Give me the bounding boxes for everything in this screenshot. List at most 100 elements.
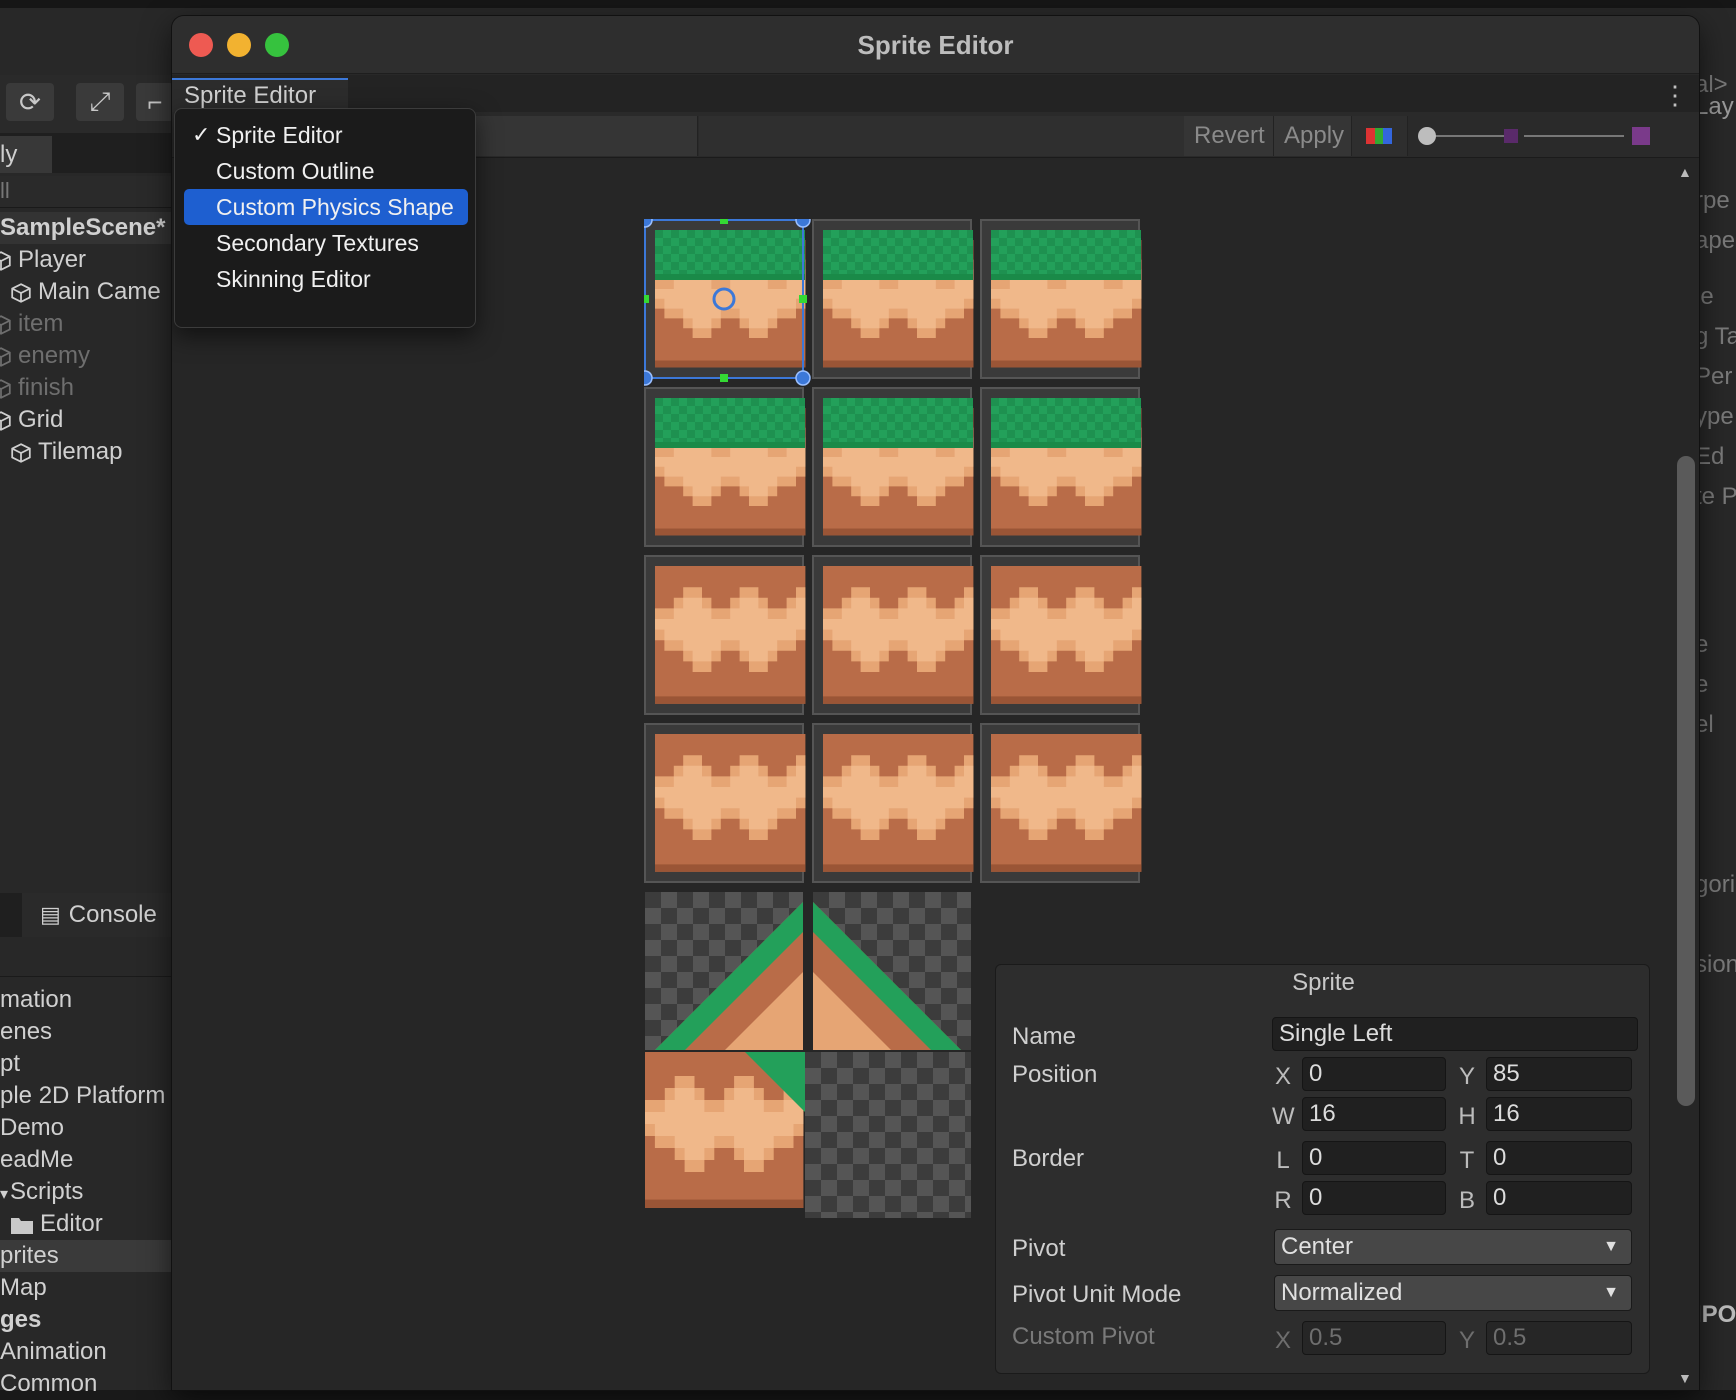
right-panel-text: ape xyxy=(1695,227,1736,254)
apply-button[interactable]: Apply xyxy=(1274,116,1352,156)
rect-tool-icon[interactable]: ⌐ xyxy=(136,83,174,121)
hierarchy-label: Main Came xyxy=(38,278,161,305)
project-row[interactable]: Animation xyxy=(0,1336,174,1368)
corner-handle xyxy=(795,212,811,228)
pos-x-field[interactable]: 0 xyxy=(1302,1057,1446,1091)
sprite-inspector: Sprite Name Single Left Position X 0 Y 8… xyxy=(995,964,1650,1374)
sprite-tile xyxy=(980,387,1142,547)
mip-large-icon xyxy=(1632,127,1650,145)
console-icon: ▤ xyxy=(40,902,61,927)
more-options-icon[interactable]: ⋮ xyxy=(1662,80,1688,110)
width-field[interactable]: 16 xyxy=(1302,1097,1446,1131)
border-l-field[interactable]: 0 xyxy=(1302,1141,1446,1175)
menu-item-skinning-editor[interactable]: Skinning Editor xyxy=(184,261,468,297)
hierarchy-row[interactable]: Main Came xyxy=(0,276,174,308)
project-row[interactable]: eadMe xyxy=(0,1144,174,1176)
revert-button[interactable]: Revert xyxy=(1184,116,1274,156)
border-r-label: R xyxy=(1274,1187,1292,1214)
right-panel-text: IPO xyxy=(1695,1301,1736,1328)
sprite-editor-window: Sprite Editor Sprite Editor ⋮ rim Revert… xyxy=(172,16,1699,1390)
hierarchy-tab[interactable]: ly xyxy=(0,136,52,173)
border-b-field[interactable]: 0 xyxy=(1486,1181,1632,1215)
hierarchy-label: Grid xyxy=(18,406,64,433)
project-row[interactable]: Demo xyxy=(0,1112,174,1144)
right-panel-text: rpe xyxy=(1695,187,1730,214)
gameobject-icon xyxy=(0,314,11,335)
scroll-down-arrow-icon[interactable]: ▼ xyxy=(1678,1370,1692,1386)
menu-item-sprite-editor[interactable]: ✓ Sprite Editor xyxy=(184,117,468,153)
sprite-tile xyxy=(644,723,806,883)
sprite-tile xyxy=(812,219,974,379)
project-row[interactable]: Editor xyxy=(0,1208,174,1240)
menu-item-custom-physics-shape[interactable]: Custom Physics Shape xyxy=(184,189,468,225)
project-row[interactable]: enes xyxy=(0,1016,174,1048)
edge-handle xyxy=(720,374,728,382)
system-menubar xyxy=(0,0,1736,8)
chevron-down-icon: ▼ xyxy=(1603,1284,1619,1301)
project-row[interactable]: mation xyxy=(0,984,174,1016)
empty-tile xyxy=(805,1052,971,1218)
sprite-tile xyxy=(644,387,806,547)
hierarchy-label: Tilemap xyxy=(38,438,123,465)
right-panel-text: te P xyxy=(1695,483,1736,510)
sprite-tile xyxy=(812,555,974,715)
gameobject-icon xyxy=(0,346,11,367)
hierarchy-label: finish xyxy=(18,374,75,401)
project-row-selected[interactable]: prites xyxy=(0,1240,174,1272)
scroll-up-arrow-icon[interactable]: ▲ xyxy=(1678,164,1692,180)
console-tab-label: Console xyxy=(68,901,157,928)
hierarchy-row[interactable]: finish xyxy=(0,372,174,404)
name-field[interactable]: Single Left xyxy=(1272,1017,1638,1051)
right-panel-text: Per xyxy=(1695,363,1733,390)
folder-open-icon: ▾ xyxy=(0,1186,9,1203)
menu-item-label: Sprite Editor xyxy=(216,122,343,148)
tab-sprite-editor[interactable]: Sprite Editor xyxy=(172,78,348,112)
chevron-down-icon: ▼ xyxy=(1603,1238,1619,1255)
custom-pivot-x-label: X xyxy=(1274,1327,1291,1354)
menu-item-custom-outline[interactable]: Custom Outline xyxy=(184,153,468,189)
border-t-field[interactable]: 0 xyxy=(1486,1141,1632,1175)
hierarchy-row[interactable]: Player xyxy=(0,244,174,276)
edge-handle xyxy=(720,216,728,224)
project-row[interactable]: ges xyxy=(0,1304,174,1336)
border-r-field[interactable]: 0 xyxy=(1302,1181,1446,1215)
project-row[interactable]: ▾Scripts xyxy=(0,1176,174,1208)
hierarchy-scene-row[interactable]: SampleScene* xyxy=(0,212,174,244)
project-row[interactable]: Common xyxy=(0,1368,174,1400)
folder-icon xyxy=(11,1217,33,1234)
color-channel-toggle[interactable] xyxy=(1352,116,1408,156)
editor-mode-menu: ✓ Sprite Editor Custom Outline Custom Phy… xyxy=(174,108,476,328)
hierarchy-row[interactable]: Tilemap xyxy=(0,436,174,468)
project-row-label: Editor xyxy=(40,1210,103,1237)
hierarchy-row[interactable]: enemy xyxy=(0,340,174,372)
project-row-label: Scripts xyxy=(10,1178,84,1205)
vertical-scroll-thumb[interactable] xyxy=(1677,456,1695,1106)
corner-tile xyxy=(645,1052,805,1208)
hierarchy-label: item xyxy=(18,310,64,337)
menu-item-secondary-textures[interactable]: Secondary Textures xyxy=(184,225,468,261)
window-titlebar: Sprite Editor xyxy=(172,16,1699,74)
project-row[interactable]: Map xyxy=(0,1272,174,1304)
pivot-label: Pivot xyxy=(1012,1235,1066,1262)
height-label: H xyxy=(1458,1103,1476,1130)
height-field[interactable]: 16 xyxy=(1486,1097,1632,1131)
pivot-dropdown[interactable]: Center ▼ xyxy=(1274,1229,1632,1265)
right-panel-text: sion xyxy=(1695,951,1736,978)
width-label: W xyxy=(1272,1103,1295,1130)
gameobject-icon xyxy=(11,282,31,303)
menu-item-label: Skinning Editor xyxy=(216,266,371,292)
hierarchy-row[interactable]: Grid xyxy=(0,404,174,436)
project-row[interactable]: pt xyxy=(0,1048,174,1080)
project-row[interactable]: ple 2D Platform xyxy=(0,1080,174,1112)
zoom-slider-thumb[interactable] xyxy=(1418,127,1436,145)
scale-tool-icon[interactable]: ⤢ xyxy=(76,83,124,121)
pos-y-field[interactable]: 85 xyxy=(1486,1057,1632,1091)
hierarchy-row[interactable]: item xyxy=(0,308,174,340)
rotate-tool-icon[interactable]: ⟳ xyxy=(6,83,54,121)
console-tab[interactable]: ▤ Console xyxy=(22,893,174,937)
custom-pivot-y-field: 0.5 xyxy=(1486,1321,1632,1355)
pivot-unit-dropdown[interactable]: Normalized ▼ xyxy=(1274,1275,1632,1311)
hierarchy-search[interactable]: ll xyxy=(0,176,174,208)
sprite-tile xyxy=(980,555,1142,715)
pos-y-label: Y xyxy=(1458,1063,1475,1090)
